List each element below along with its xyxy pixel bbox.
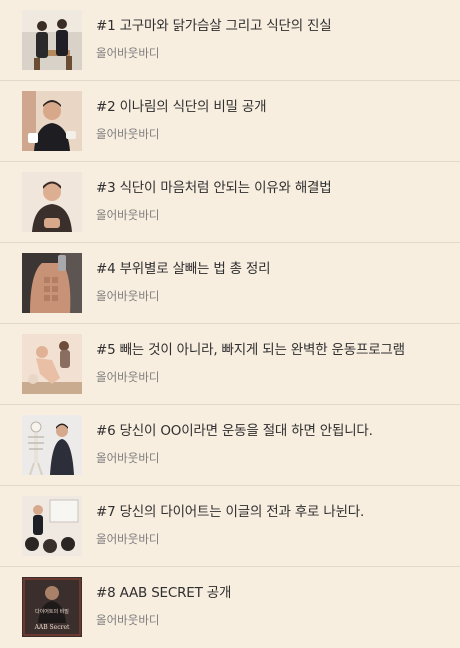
item-author: 올어바웃바디	[96, 289, 160, 303]
aab-secret-photo[interactable]: 다이어트의 비밀 AAB Secret	[22, 577, 82, 637]
list-item[interactable]: #2 이나림의 식단의 비밀 공개 올어바웃바디	[0, 81, 460, 162]
item-author: 올어바웃바디	[96, 46, 160, 60]
item-author: 올어바웃바디	[96, 370, 160, 384]
item-author: 올어바웃바디	[96, 127, 160, 141]
item-title[interactable]: #6 당신이 OO이라면 운동을 절대 하면 안됩니다.	[96, 419, 450, 439]
item-title[interactable]: #4 부위별로 살빼는 법 총 정리	[96, 257, 450, 277]
item-author: 올어바웃바디	[96, 613, 160, 627]
item-author: 올어바웃바디	[96, 208, 160, 222]
svg-text:AAB Secret: AAB Secret	[34, 624, 70, 631]
list-item[interactable]: #5 빼는 것이 아니라, 빠지게 되는 완벽한 운동프로그램 올어바웃바디	[0, 324, 460, 405]
list-item[interactable]: #3 식단이 마음처럼 안되는 이유와 해결법 올어바웃바디	[0, 162, 460, 243]
item-title[interactable]: #2 이나림의 식단의 비밀 공개	[96, 95, 450, 115]
article-list: #1 고구마와 닭가슴살 그리고 식단의 진실 올어바웃바디 #2 이나림의 식…	[0, 0, 460, 648]
svg-text:다이어트의 비밀: 다이어트의 비밀	[35, 608, 69, 615]
workout-photo[interactable]	[22, 334, 82, 394]
list-item[interactable]: #1 고구마와 닭가슴살 그리고 식단의 진실 올어바웃바디	[0, 0, 460, 81]
list-item[interactable]: #7 당신의 다이어트는 이글의 전과 후로 나뉜다. 올어바웃바디	[0, 486, 460, 567]
item-title[interactable]: #8 AAB SECRET 공개	[96, 581, 450, 601]
skeleton-model-photo[interactable]	[22, 415, 82, 475]
man-eating-photo[interactable]	[22, 91, 82, 151]
man-portrait-photo[interactable]	[22, 172, 82, 232]
item-title[interactable]: #3 식단이 마음처럼 안되는 이유와 해결법	[96, 176, 450, 196]
item-title[interactable]: #1 고구마와 닭가슴살 그리고 식단의 진실	[96, 14, 450, 34]
item-author: 올어바웃바디	[96, 451, 160, 465]
list-item[interactable]: #6 당신이 OO이라면 운동을 절대 하면 안됩니다. 올어바웃바디	[0, 405, 460, 486]
item-author: 올어바웃바디	[96, 532, 160, 546]
list-item[interactable]: #4 부위별로 살빼는 법 총 정리 올어바웃바디	[0, 243, 460, 324]
two-people-seated-photo[interactable]	[22, 10, 82, 70]
seminar-photo[interactable]	[22, 496, 82, 556]
item-title[interactable]: #7 당신의 다이어트는 이글의 전과 후로 나뉜다.	[96, 500, 450, 520]
abs-selfie-photo[interactable]	[22, 253, 82, 313]
item-title[interactable]: #5 빼는 것이 아니라, 빠지게 되는 완벽한 운동프로그램	[96, 338, 450, 358]
list-item[interactable]: 다이어트의 비밀 AAB Secret #8 AAB SECRET 공개 올어바…	[0, 567, 460, 648]
